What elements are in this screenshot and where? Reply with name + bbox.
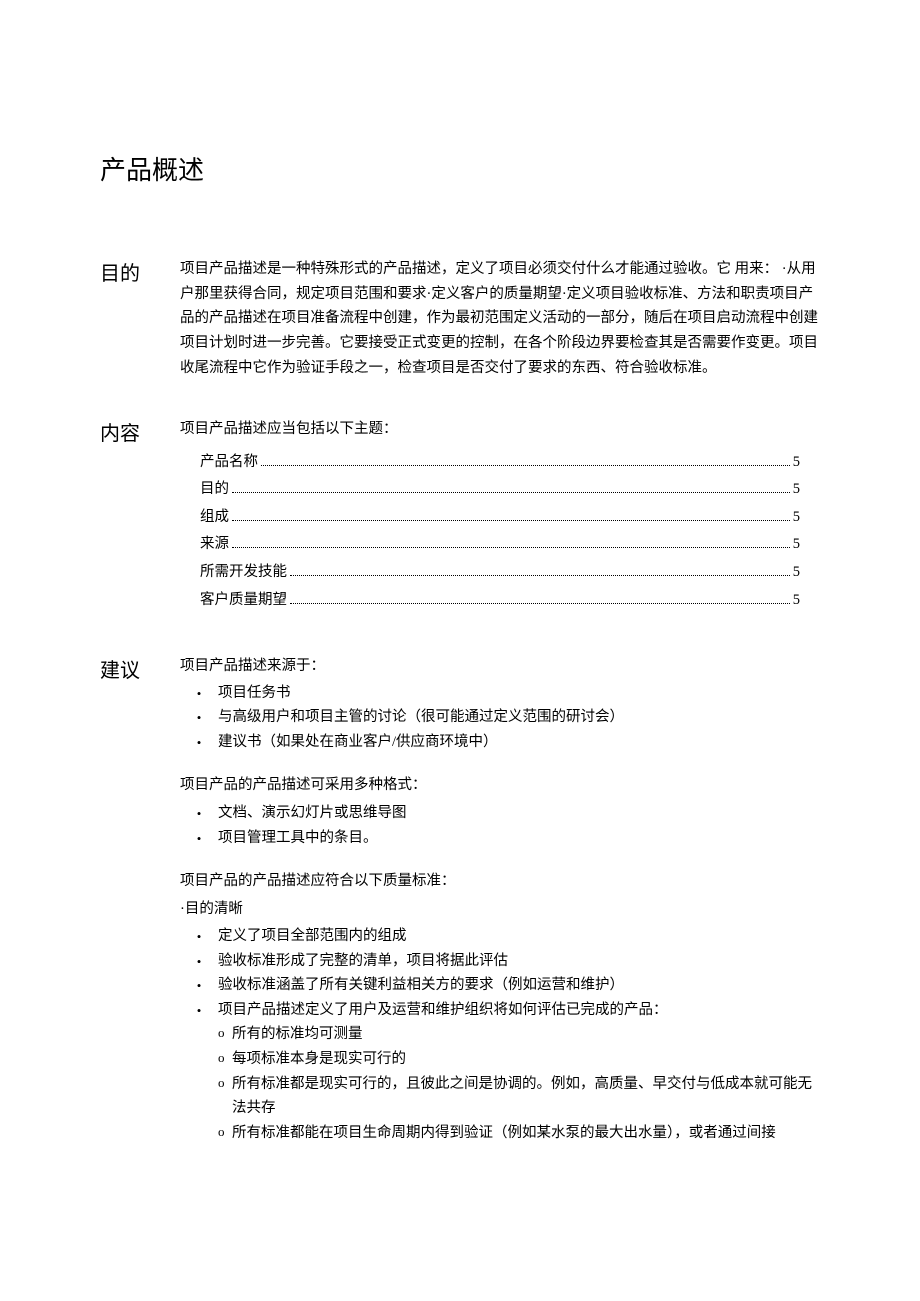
list-item: •验收标准形成了完整的清单，项目将据此评估: [180, 949, 820, 974]
sub-list-text: 每项标准本身是现实可行的: [232, 1047, 820, 1072]
list-text: 与高级用户和项目主管的讨论（很可能通过定义范围的研讨会）: [218, 705, 820, 730]
toc-dots: [261, 464, 790, 466]
toc-dots: [232, 519, 790, 521]
list-text: 建议书（如果处在商业客户/供应商环境中）: [218, 730, 820, 755]
list-text: 定义了项目全部范围内的组成: [218, 924, 820, 949]
bullet-icon: •: [180, 730, 218, 754]
section-label-advice: 建议: [100, 654, 180, 683]
purpose-text: 项目产品描述是一种特殊形式的产品描述，定义了项目必须交付什么才能通过验收。它 用…: [180, 257, 820, 380]
bullet-icon: •: [180, 681, 218, 705]
toc-page: 5: [793, 504, 800, 532]
section-body-content: 项目产品描述应当包括以下主题： 产品名称 5 目的 5 组成 5: [180, 417, 820, 619]
toc-dots: [290, 574, 790, 576]
section-purpose: 目的 项目产品描述是一种特殊形式的产品描述，定义了项目必须交付什么才能通过验收。…: [100, 257, 820, 382]
toc-item: 产品名称 5: [200, 449, 800, 477]
sources-list: •项目任务书 •与高级用户和项目主管的讨论（很可能通过定义范围的研讨会） •建议…: [180, 681, 820, 755]
quality-list: •定义了项目全部范围内的组成 •验收标准形成了完整的清单，项目将据此评估 •验收…: [180, 924, 820, 1023]
section-body-purpose: 项目产品描述是一种特殊形式的产品描述，定义了项目必须交付什么才能通过验收。它 用…: [180, 257, 820, 382]
toc-label: 所需开发技能: [200, 559, 287, 587]
toc-page: 5: [793, 476, 800, 504]
toc-label: 产品名称: [200, 449, 258, 477]
toc-dots: [232, 546, 790, 548]
list-text: 项目产品描述定义了用户及运营和维护组织将如何评估已完成的产品：: [218, 998, 820, 1023]
toc-page: 5: [793, 531, 800, 559]
content-intro: 项目产品描述应当包括以下主题：: [180, 417, 820, 442]
toc-label: 组成: [200, 504, 229, 532]
toc-label: 来源: [200, 531, 229, 559]
toc-item: 客户质量期望 5: [200, 587, 800, 615]
circle-bullet-icon: o: [218, 1022, 232, 1044]
sub-list-text: 所有的标准均可测量: [232, 1022, 820, 1047]
sub-list-text: 所有标准都是现实可行的，且彼此之间是协调的。例如，高质量、早交付与低成本就可能无…: [232, 1072, 820, 1121]
document-page: 产品概述 目的 项目产品描述是一种特殊形式的产品描述，定义了项目必须交付什么才能…: [0, 0, 920, 1261]
toc-label: 客户质量期望: [200, 587, 287, 615]
toc-item: 所需开发技能 5: [200, 559, 800, 587]
list-text: 文档、演示幻灯片或思维导图: [218, 801, 820, 826]
toc-page: 5: [793, 449, 800, 477]
list-text: 项目管理工具中的条目。: [218, 826, 820, 851]
bullet-icon: •: [180, 801, 218, 825]
list-item: •定义了项目全部范围内的组成: [180, 924, 820, 949]
sources-intro: 项目产品描述来源于：: [180, 654, 820, 679]
toc-dots: [232, 491, 790, 493]
section-label-content: 内容: [100, 417, 180, 446]
sub-list-item: o每项标准本身是现实可行的: [218, 1047, 820, 1072]
bullet-icon: •: [180, 705, 218, 729]
bullet-icon: •: [180, 998, 218, 1022]
sub-list-text: 所有标准都能在项目生命周期内得到验证（例如某水泵的最大出水量），或者通过间接: [232, 1121, 820, 1146]
page-title: 产品概述: [100, 150, 820, 187]
quality-intro: 项目产品的产品描述应符合以下质量标准：: [180, 869, 820, 894]
list-text: 验收标准形成了完整的清单，项目将据此评估: [218, 949, 820, 974]
formats-list: •文档、演示幻灯片或思维导图 •项目管理工具中的条目。: [180, 801, 820, 850]
list-item: •项目产品描述定义了用户及运营和维护组织将如何评估已完成的产品：: [180, 998, 820, 1023]
toc-item: 目的 5: [200, 476, 800, 504]
circle-bullet-icon: o: [218, 1072, 232, 1094]
list-text: 项目任务书: [218, 681, 820, 706]
list-item: •项目任务书: [180, 681, 820, 706]
toc-label: 目的: [200, 476, 229, 504]
circle-bullet-icon: o: [218, 1047, 232, 1069]
section-content: 内容 项目产品描述应当包括以下主题： 产品名称 5 目的 5 组成 5: [100, 417, 820, 619]
list-item: •文档、演示幻灯片或思维导图: [180, 801, 820, 826]
formats-intro: 项目产品的产品描述可采用多种格式：: [180, 773, 820, 798]
section-body-advice: 项目产品描述来源于： •项目任务书 •与高级用户和项目主管的讨论（很可能通过定义…: [180, 654, 820, 1146]
list-item: •项目管理工具中的条目。: [180, 826, 820, 851]
list-item: •验收标准涵盖了所有关键利益相关方的要求（例如运营和维护）: [180, 973, 820, 998]
toc-dots: [290, 602, 790, 604]
list-text: 验收标准涵盖了所有关键利益相关方的要求（例如运营和维护）: [218, 973, 820, 998]
quality-lead: ·目的清晰: [180, 897, 820, 922]
bullet-icon: •: [180, 826, 218, 850]
sub-list-item: o所有的标准均可测量: [218, 1022, 820, 1047]
bullet-icon: •: [180, 973, 218, 997]
section-label-purpose: 目的: [100, 257, 180, 286]
bullet-icon: •: [180, 949, 218, 973]
sub-list-item: o所有标准都是现实可行的，且彼此之间是协调的。例如，高质量、早交付与低成本就可能…: [218, 1072, 820, 1121]
toc: 产品名称 5 目的 5 组成 5 来源 5: [180, 444, 820, 619]
toc-page: 5: [793, 587, 800, 615]
sub-list-item: o所有标准都能在项目生命周期内得到验证（例如某水泵的最大出水量），或者通过间接: [218, 1121, 820, 1146]
quality-sub-list: o所有的标准均可测量 o每项标准本身是现实可行的 o所有标准都是现实可行的，且彼…: [218, 1022, 820, 1145]
circle-bullet-icon: o: [218, 1121, 232, 1143]
list-item: •建议书（如果处在商业客户/供应商环境中）: [180, 730, 820, 755]
toc-item: 来源 5: [200, 531, 800, 559]
list-item: •与高级用户和项目主管的讨论（很可能通过定义范围的研讨会）: [180, 705, 820, 730]
section-advice: 建议 项目产品描述来源于： •项目任务书 •与高级用户和项目主管的讨论（很可能通…: [100, 654, 820, 1146]
toc-page: 5: [793, 559, 800, 587]
toc-item: 组成 5: [200, 504, 800, 532]
bullet-icon: •: [180, 924, 218, 948]
